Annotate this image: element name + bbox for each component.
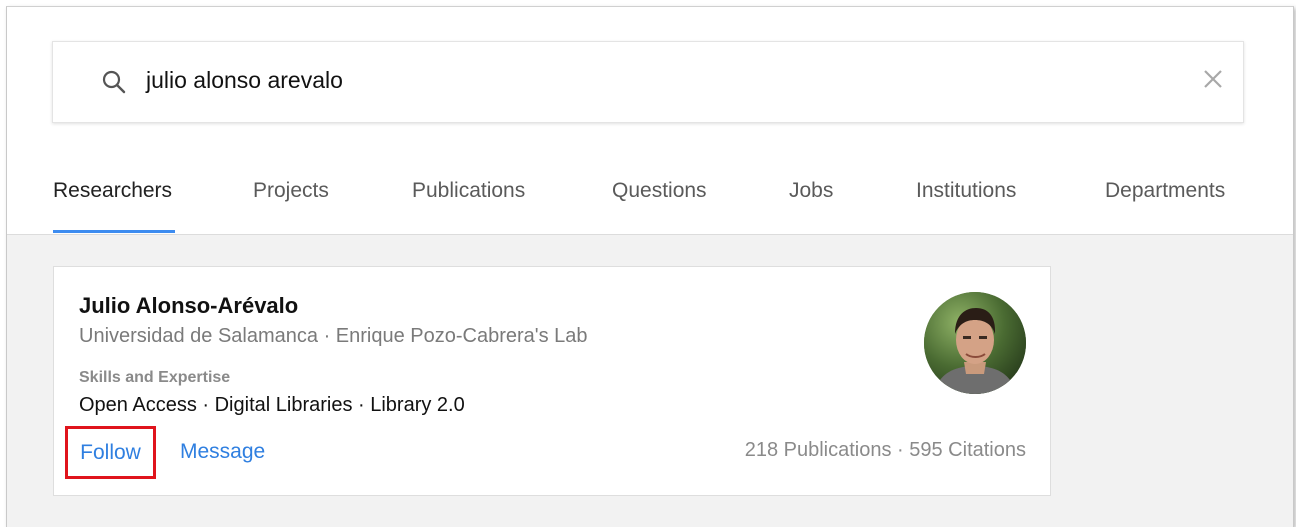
results-area: Julio Alonso-Arévalo Universidad de Sala… (7, 235, 1293, 527)
tab-projects[interactable]: Projects (253, 179, 329, 231)
search-tabs: Researchers Projects Publications Questi… (7, 167, 1293, 234)
researcher-affiliation: Universidad de Salamanca · Enrique Pozo-… (79, 325, 588, 347)
tab-publications[interactable]: Publications (412, 179, 525, 231)
active-tab-indicator (53, 230, 175, 233)
search-page: julio alonso arevalo Researchers Project… (6, 6, 1294, 527)
search-input[interactable]: julio alonso arevalo (146, 67, 343, 94)
search-icon (102, 70, 126, 94)
researcher-name[interactable]: Julio Alonso-Arévalo (79, 293, 298, 319)
skills-label: Skills and Expertise (79, 369, 231, 386)
message-button[interactable]: Message (180, 440, 265, 464)
search-header: julio alonso arevalo Researchers Project… (7, 7, 1293, 235)
follow-button[interactable]: Follow (65, 426, 156, 479)
tab-researchers[interactable]: Researchers (53, 179, 172, 231)
tab-questions[interactable]: Questions (612, 179, 707, 231)
tab-jobs[interactable]: Jobs (789, 179, 833, 231)
researcher-stats: 218 Publications · 595 Citations (744, 439, 1026, 461)
tab-institutions[interactable]: Institutions (916, 179, 1016, 231)
avatar[interactable] (924, 292, 1026, 394)
researcher-card[interactable]: Julio Alonso-Arévalo Universidad de Sala… (53, 266, 1051, 496)
skills-list: Open Access · Digital Libraries · Librar… (79, 394, 465, 416)
close-icon[interactable] (1202, 68, 1224, 90)
tab-departments[interactable]: Departments (1105, 179, 1225, 231)
search-bar[interactable]: julio alonso arevalo (52, 41, 1244, 123)
avatar-portrait-icon (924, 292, 1026, 394)
